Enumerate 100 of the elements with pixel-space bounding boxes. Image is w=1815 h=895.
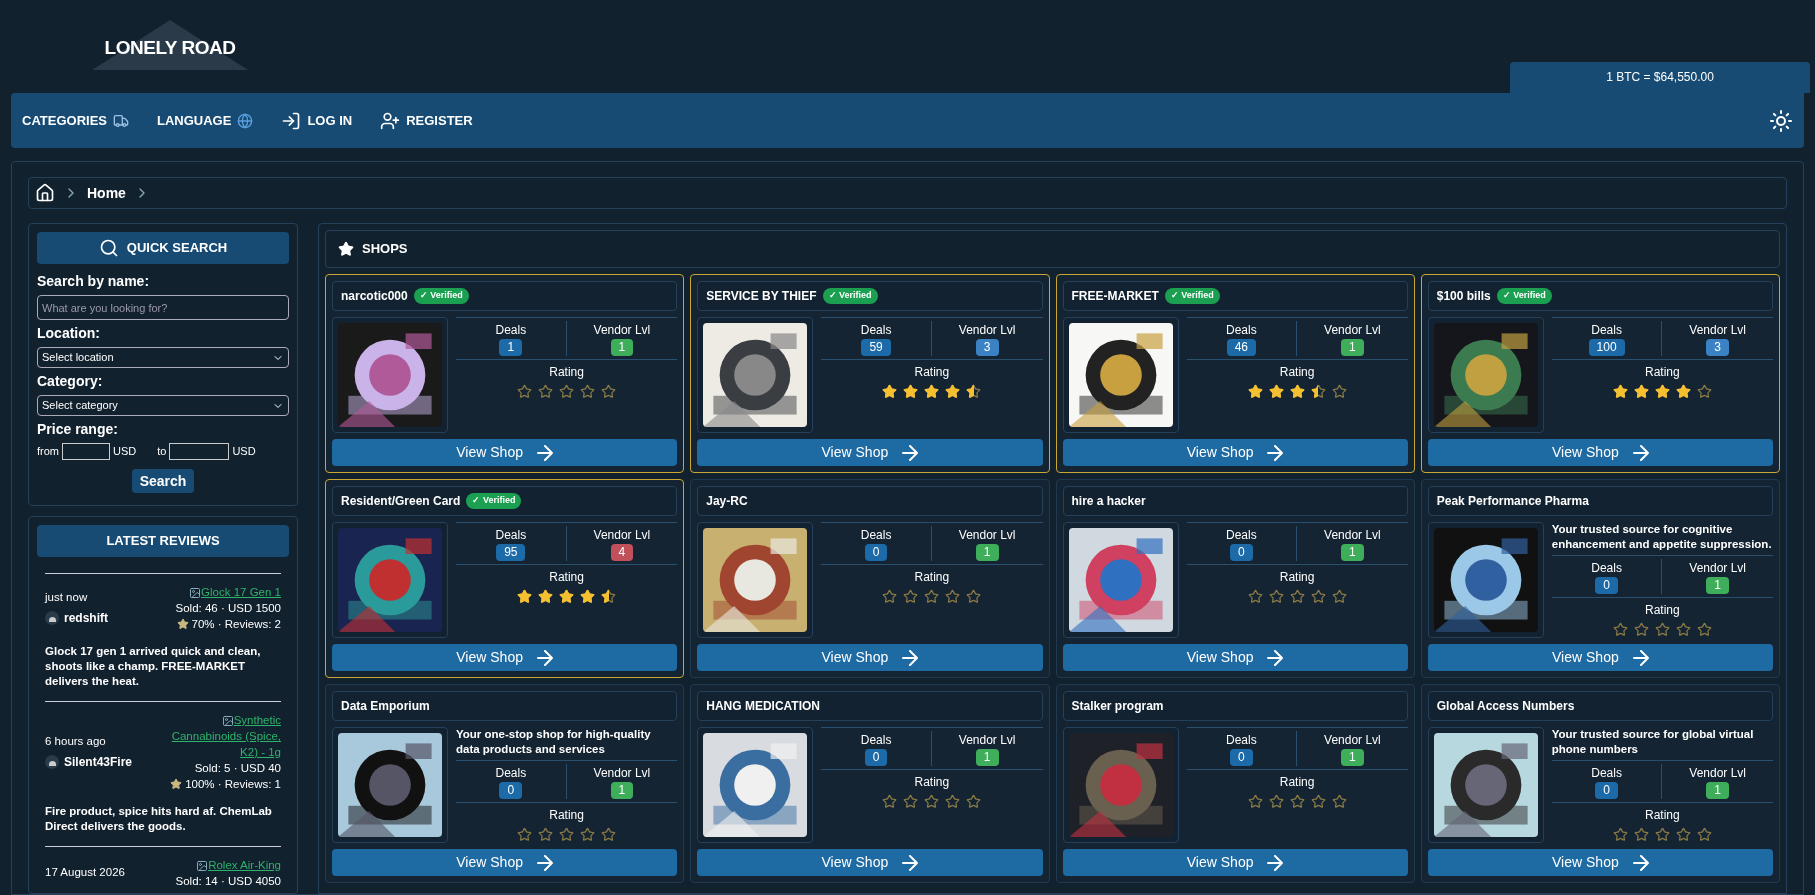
deals-count: 0 xyxy=(1229,544,1253,561)
star-icon xyxy=(945,794,961,809)
star-icon xyxy=(1289,794,1305,809)
shop-name: narcotic000 xyxy=(341,288,408,305)
sold-info: Sold: 14 · USD 4050 xyxy=(175,874,281,889)
quick-search-title: QUICK SEARCH xyxy=(126,239,228,258)
review-time: just now xyxy=(45,590,89,606)
view-shop-button[interactable]: View Shop xyxy=(697,644,1043,671)
from-label: from xyxy=(37,444,59,460)
vendor-level-label: Vendor Lvl xyxy=(1689,322,1747,339)
review-time: 6 hours ago xyxy=(45,734,107,750)
vendor-level-label: Vendor Lvl xyxy=(958,527,1016,544)
star-icon xyxy=(517,384,533,399)
vendor-level: 1 xyxy=(1341,339,1364,356)
star-icon xyxy=(966,794,982,809)
search-icon xyxy=(98,238,119,258)
view-shop-button[interactable]: View Shop xyxy=(1427,644,1773,671)
star-icon xyxy=(1612,384,1628,399)
deals-label: Deals xyxy=(1225,732,1257,749)
vendor-level-label: Vendor Lvl xyxy=(593,322,651,339)
vendor-level: 1 xyxy=(975,749,999,766)
star-icon xyxy=(1247,589,1263,604)
product-link[interactable]: Synthetic Cannabinoids (Spice, K2) - 1g xyxy=(151,712,281,760)
deals-count: 0 xyxy=(1595,782,1618,799)
verified-badge: ✓ Verified xyxy=(1496,288,1552,304)
star-icon xyxy=(559,827,575,842)
arrow-right-icon xyxy=(902,649,919,666)
star-icon xyxy=(580,384,596,399)
nav-link[interactable]: CATEGORIES xyxy=(22,110,129,131)
arrow-right-icon xyxy=(1267,444,1284,461)
star-icon xyxy=(1331,794,1347,809)
review-rating: 70% · Reviews: 2 xyxy=(191,617,281,632)
nav-link[interactable]: LANGUAGE xyxy=(157,110,254,131)
breadcrumb-link[interactable]: Home xyxy=(87,182,126,204)
arrow-right-icon xyxy=(1267,649,1284,666)
vendor-level: 1 xyxy=(1706,782,1730,799)
star-icon xyxy=(1289,384,1305,399)
vendor-level-label: Vendor Lvl xyxy=(1324,732,1381,749)
view-shop-button[interactable]: View Shop xyxy=(332,644,678,671)
star-icon xyxy=(1247,794,1263,809)
star-icon xyxy=(601,589,617,604)
star-icon xyxy=(1268,589,1284,604)
view-shop-button[interactable]: View Shop xyxy=(697,439,1043,466)
view-shop-button[interactable]: View Shop xyxy=(697,849,1043,876)
view-shop-button[interactable]: View Shop xyxy=(332,439,678,466)
deals-label: Deals xyxy=(1591,765,1622,782)
review-text: Fire product, spice hits hard af. ChemLab Direct delivers the goods. xyxy=(45,804,273,834)
price-to-field[interactable] xyxy=(169,443,230,460)
product-link[interactable]: Glock 17 Gen 1 xyxy=(189,584,281,600)
avatar-icon xyxy=(45,610,59,625)
arrow-right-icon xyxy=(902,854,919,871)
star-icon xyxy=(601,827,617,842)
star-icon xyxy=(966,589,982,604)
star-icon xyxy=(1633,384,1649,399)
view-shop-button[interactable]: View Shop xyxy=(1062,439,1408,466)
price-from-field[interactable] xyxy=(62,443,110,460)
deals-count: 59 xyxy=(861,339,891,356)
deals-count: 1 xyxy=(499,339,523,356)
search-field[interactable]: What are you looking for? xyxy=(37,295,289,320)
sold-info: Sold: 46 · USD 1500 xyxy=(175,601,281,616)
arrow-right-icon xyxy=(902,444,919,461)
home-icon[interactable] xyxy=(35,183,55,203)
view-shop-button[interactable]: View Shop xyxy=(1427,849,1773,876)
star-icon xyxy=(1675,384,1691,399)
view-shop-button[interactable]: View Shop xyxy=(1062,644,1408,671)
star-icon xyxy=(1310,794,1326,809)
vendor-level-label: Vendor Lvl xyxy=(1689,765,1747,782)
latest-reviews-header: LATEST REVIEWS xyxy=(37,525,289,557)
review-user: Silent43Fire xyxy=(64,753,133,771)
arrow-right-icon xyxy=(1632,649,1649,666)
star-icon xyxy=(559,384,575,399)
product-link[interactable]: Rolex Air-King xyxy=(196,857,281,873)
view-shop-button[interactable]: View Shop xyxy=(1427,439,1773,466)
star-icon xyxy=(1612,827,1628,842)
view-shop-button[interactable]: View Shop xyxy=(1062,849,1408,876)
search-button[interactable]: Search xyxy=(131,469,195,493)
nav-link[interactable]: LOG IN xyxy=(281,110,353,131)
nav-link[interactable]: REGISTER xyxy=(380,110,473,131)
verified-badge: ✓ Verified xyxy=(1164,288,1220,304)
shop-name: FREE-MARKET xyxy=(1071,288,1159,305)
vendor-level: 4 xyxy=(610,544,634,561)
rating-label: Rating xyxy=(548,807,585,824)
vendor-level-label: Vendor Lvl xyxy=(958,732,1016,749)
star-icon xyxy=(966,384,982,399)
star-icon xyxy=(1310,384,1326,399)
category-select[interactable]: Select category xyxy=(37,395,289,416)
view-shop-button[interactable]: View Shop xyxy=(332,849,678,876)
vendor-level-label: Vendor Lvl xyxy=(1689,560,1747,577)
review-user: redshift xyxy=(64,609,108,627)
location-select[interactable]: Select location xyxy=(37,347,289,368)
star-icon xyxy=(1675,827,1691,842)
rating-label: Rating xyxy=(548,569,585,586)
deals-count: 0 xyxy=(1595,577,1618,594)
shop-name: Resident/Green Card xyxy=(341,493,461,510)
deals-count: 0 xyxy=(864,749,888,766)
deals-count: 0 xyxy=(1229,749,1253,766)
field-label: Price range: xyxy=(37,420,119,439)
rating-label: Rating xyxy=(1278,364,1316,381)
star-icon xyxy=(170,778,183,790)
theme-toggle-icon[interactable] xyxy=(1769,108,1793,133)
